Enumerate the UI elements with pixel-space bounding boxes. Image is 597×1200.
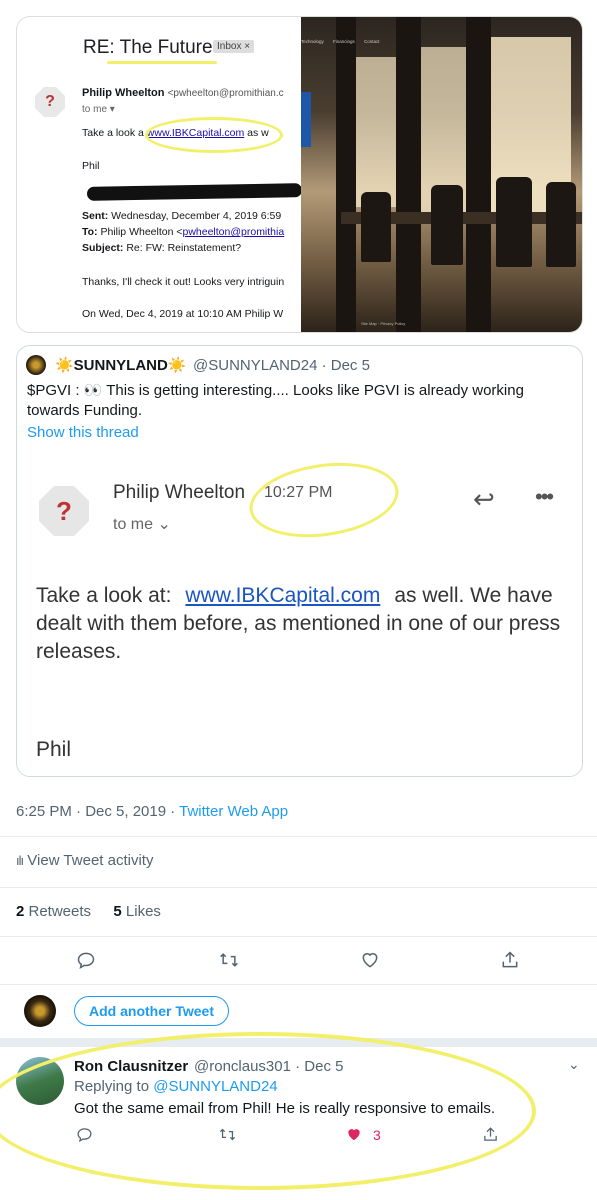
retweet-icon[interactable] xyxy=(218,950,240,976)
tweet-timestamp: 6:25 PM · Dec 5, 2019 · Twitter Web App xyxy=(16,803,288,820)
divider xyxy=(0,836,597,837)
quoted-header: On Wed, Dec 4, 2019 at 10:10 AM Philip W xyxy=(82,308,284,320)
sender-email: <pwheelton@promithian.c xyxy=(167,88,284,99)
share-icon[interactable] xyxy=(500,950,520,976)
subject-line: Subject: Re: FW: Reinstatement? xyxy=(82,242,241,254)
sent-value: Wednesday, December 4, 2019 6:59 xyxy=(111,210,282,222)
subject-value: Re: FW: Reinstatement? xyxy=(126,242,242,254)
photo-chair xyxy=(546,182,576,267)
thanks-line: Thanks, I'll check it out! Looks very in… xyxy=(82,276,285,288)
email-signature: Phil xyxy=(82,160,100,172)
avatar[interactable] xyxy=(26,355,46,375)
like-icon[interactable] xyxy=(360,950,380,976)
likes-label: Likes xyxy=(121,903,161,920)
activity-bars-icon: ılı xyxy=(16,853,24,868)
retweets-stat[interactable]: 2 Retweets xyxy=(16,903,91,920)
to-link: pwheelton@promithia xyxy=(182,226,285,238)
email-body: Take a look at: www.IBKCapital.com as well… xyxy=(36,582,566,666)
redaction-scribble xyxy=(86,183,303,201)
email-sender-name: Philip Wheelton xyxy=(113,482,246,503)
subject-label: Subject: xyxy=(82,242,124,254)
view-activity-link[interactable]: ılı View Tweet activity xyxy=(16,852,153,869)
divider xyxy=(0,887,597,888)
photo-chair xyxy=(496,177,532,267)
sent-line: Sent: Wednesday, December 4, 2019 6:59 xyxy=(82,210,281,222)
quoted-tweet-text: $PGVI : 👀 This is getting interesting...… xyxy=(27,382,524,419)
photo-sidebar-tab xyxy=(301,92,311,147)
email-recipient: to me ▾ xyxy=(82,104,115,115)
more-icon: ••• xyxy=(535,484,554,509)
email-recipient: to me ⌄ xyxy=(113,516,171,533)
divider xyxy=(0,936,597,937)
email-signature: Phil xyxy=(36,738,72,761)
photo-pillar xyxy=(336,17,356,332)
email-sender: Philip Wheelton <pwheelton@promithian.c xyxy=(82,87,284,99)
chevron-down-icon[interactable]: ⌄ xyxy=(568,1056,580,1073)
sender-avatar-icon: ? xyxy=(35,87,65,117)
highlight-underline xyxy=(107,61,217,64)
timestamp-text[interactable]: 6:25 PM · Dec 5, 2019 · xyxy=(16,803,179,820)
show-thread-link[interactable]: Show this thread xyxy=(27,424,139,441)
add-another-tweet-button[interactable]: Add another Tweet xyxy=(74,996,229,1026)
source-app-link[interactable]: Twitter Web App xyxy=(179,803,288,820)
avatar[interactable] xyxy=(24,995,56,1027)
photo-pillar xyxy=(396,17,421,332)
body-prefix: Take a look a xyxy=(82,127,144,139)
to-label: To: xyxy=(82,226,98,238)
inbox-chip: Inbox × xyxy=(213,40,255,53)
sender-avatar-icon: ? xyxy=(39,486,89,536)
email-screenshot: RE: The Future Inbox × ? Philip Wheelton… xyxy=(17,17,303,332)
photo-window xyxy=(356,57,396,207)
activity-label: View Tweet activity xyxy=(27,852,154,869)
photo-chair xyxy=(361,192,391,262)
body-link: www.IBKCapital.com xyxy=(185,584,381,607)
photo-chair xyxy=(431,185,463,265)
photo-nav: Technology Financings Contact xyxy=(301,39,380,44)
highlight-oval xyxy=(145,117,283,153)
sent-label: Sent: xyxy=(82,210,109,222)
divider xyxy=(0,984,597,985)
attached-image[interactable]: RE: The Future Inbox × ? Philip Wheelton… xyxy=(16,16,583,333)
quoted-author-name[interactable]: ☀️SUNNYLAND☀️ xyxy=(55,356,187,374)
quoted-email-image[interactable]: ? Philip Wheelton 10:27 PM to me ⌄ ↩ •••… xyxy=(17,453,582,776)
sender-name: Philip Wheelton xyxy=(82,87,165,99)
to-value: Philip Wheelton < xyxy=(100,226,183,238)
highlight-oval xyxy=(244,453,404,547)
quoted-tweet[interactable]: ☀️SUNNYLAND☀️ @SUNNYLAND24 · Dec 5 $PGVI… xyxy=(16,345,583,777)
retweets-label: Retweets xyxy=(24,903,92,920)
engagement-stats: 2 Retweets 5 Likes xyxy=(16,903,161,920)
body-prefix: Take a look at: xyxy=(36,584,172,607)
conference-room-photo: Technology Financings Contact Site Map ·… xyxy=(301,17,582,332)
reply-arrow-icon: ↩ xyxy=(473,484,495,514)
likes-count: 5 xyxy=(113,903,122,920)
email-subject: RE: The Future xyxy=(83,37,213,58)
highlight-oval xyxy=(0,1032,536,1190)
likes-stat[interactable]: 5 Likes xyxy=(113,903,161,920)
reply-icon[interactable] xyxy=(76,950,96,976)
to-line: To: Philip Wheelton <pwheelton@promithia xyxy=(82,226,284,238)
photo-footer: Site Map · Privacy Policy xyxy=(361,321,406,326)
quoted-author-handle[interactable]: @SUNNYLAND24 · Dec 5 xyxy=(193,357,370,374)
photo-pillar xyxy=(466,17,491,332)
